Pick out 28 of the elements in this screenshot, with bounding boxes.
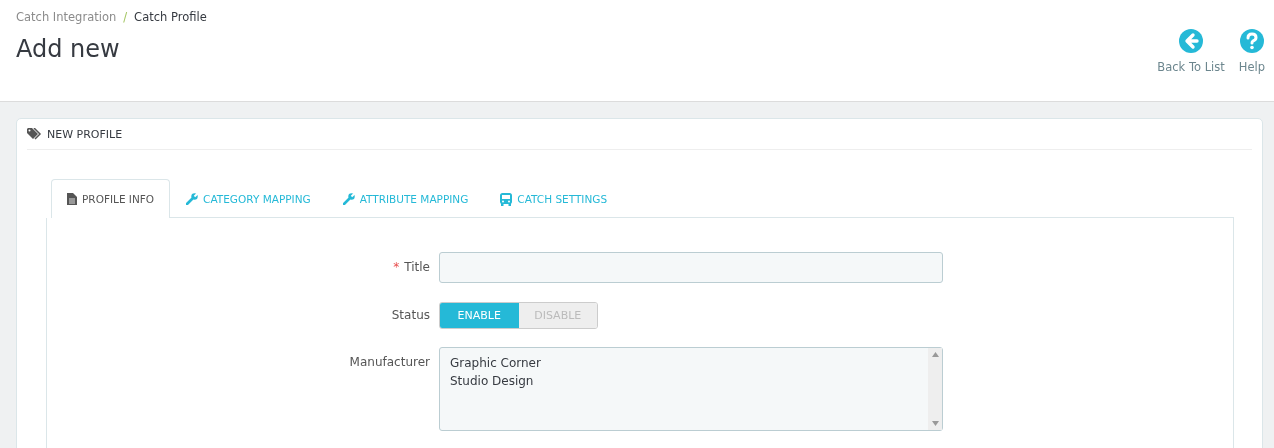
status-toggle-option[interactable]: ENABLE [440, 302, 519, 328]
panel-heading: NEW PROFILE [47, 127, 123, 141]
document-icon [67, 193, 77, 205]
breadcrumb-link[interactable]: Catch Integration [16, 10, 117, 24]
scroll-down-icon[interactable] [931, 421, 939, 426]
field-label: Manufacturer [349, 355, 430, 369]
toolbar-button[interactable]: Back To List [1157, 28, 1225, 101]
bus-icon [500, 192, 513, 206]
tab[interactable]: CATEGORY MAPPING [170, 179, 327, 218]
page-title: Add new [16, 35, 121, 63]
field-label: Title [404, 260, 430, 274]
help-icon [1238, 28, 1265, 54]
scroll-up-icon[interactable] [931, 352, 939, 357]
tab[interactable]: ATTRIBUTE MAPPING [326, 179, 485, 218]
manufacturer-list-box[interactable]: Graphic Corner Studio Design [439, 347, 943, 431]
list-option[interactable]: Graphic Corner [450, 354, 541, 372]
scrollbar[interactable] [928, 348, 942, 430]
wrench-icon [342, 193, 355, 205]
tags-icon [27, 128, 43, 140]
tab[interactable]: PROFILE INFO [51, 179, 171, 218]
required-mark: * [393, 260, 400, 274]
wrench-icon [186, 193, 199, 205]
toolbar-button[interactable]: Help [1238, 28, 1265, 101]
field-label: Status [391, 308, 430, 322]
breadcrumb-separator: / [123, 10, 128, 24]
list-option[interactable]: Studio Design [450, 372, 534, 390]
tab[interactable]: CATCH SETTINGS [484, 179, 624, 218]
title-input-field[interactable] [439, 252, 943, 283]
